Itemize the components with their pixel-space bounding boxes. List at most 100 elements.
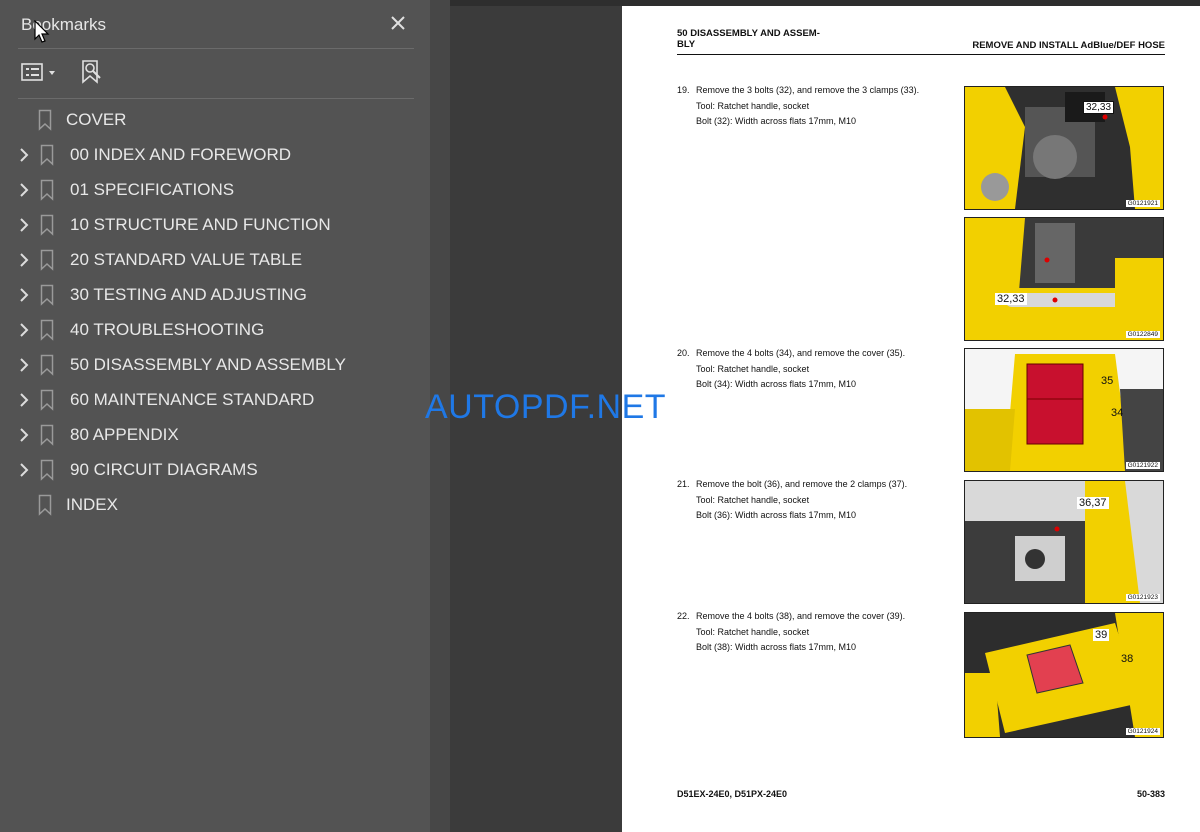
step-20: 20. Remove the 4 bolts (34), and remove t… — [677, 346, 905, 393]
bookmark-label: 00 INDEX AND FOREWORD — [70, 145, 292, 164]
list-options-icon — [21, 63, 55, 81]
chevron-right-icon[interactable] — [16, 251, 32, 269]
page-header-title: REMOVE AND INSTALL AdBlue/DEF HOSE — [972, 40, 1165, 51]
figure-code: G0121924 — [1125, 728, 1160, 735]
step-21: 21. Remove the bolt (36), and remove the … — [677, 477, 907, 524]
bookmark-icon — [40, 214, 54, 236]
bookmark-label: 30 TESTING AND ADJUSTING — [70, 285, 307, 304]
step-number: 21. — [677, 479, 690, 489]
bookmark-label: COVER — [66, 110, 127, 129]
figure-code: G0121921 — [1125, 200, 1160, 207]
pdf-page: 50 DISASSEMBLY AND ASSEM- BLY REMOVE AND… — [622, 6, 1200, 832]
figure-callout: 35 — [1101, 375, 1114, 387]
bookmark-icon — [40, 354, 54, 376]
bookmark-item[interactable]: COVER — [0, 103, 430, 138]
page-number: 50-383 — [1136, 789, 1165, 799]
step-number: 19. — [677, 85, 690, 95]
watermark-text: AUTOPDF.NET — [425, 388, 667, 426]
header-section-line2: BLY — [677, 39, 696, 50]
step-bolt: Bolt (34): Width across flats 17mm, M10 — [696, 379, 857, 389]
bookmark-item[interactable]: 20 STANDARD VALUE TABLE — [0, 243, 430, 278]
page-header-section: 50 DISASSEMBLY AND ASSEM- BLY — [677, 28, 820, 50]
chevron-right-icon[interactable] — [16, 391, 32, 409]
figure-image: 35 34 G0121922 — [964, 348, 1164, 472]
bookmark-label: 90 CIRCUIT DIAGRAMS — [70, 460, 258, 479]
bookmark-item[interactable]: 40 TROUBLESHOOTING — [0, 313, 430, 348]
figure-callout: 38 — [1121, 653, 1134, 665]
bookmark-label: 60 MAINTENANCE STANDARD — [70, 390, 315, 409]
chevron-right-icon[interactable] — [16, 426, 32, 444]
bookmark-label: 80 APPENDIX — [70, 425, 179, 444]
find-bookmark-button[interactable] — [78, 58, 106, 86]
bookmark-item[interactable]: 80 APPENDIX — [0, 418, 430, 453]
bookmark-item[interactable]: 90 CIRCUIT DIAGRAMS — [0, 453, 430, 488]
bookmark-item[interactable]: 00 INDEX AND FOREWORD — [0, 138, 430, 173]
page-footer-model: D51EX-24E0, D51PX-24E0 — [677, 789, 788, 799]
engine-photo-1 — [965, 87, 1163, 209]
chevron-right-icon[interactable] — [16, 216, 32, 234]
bookmark-icon — [40, 144, 54, 166]
bookmark-label: 01 SPECIFICATIONS — [70, 180, 235, 199]
step-text: Remove the 3 bolts (32), and remove the … — [696, 85, 920, 95]
engine-photo-2 — [965, 218, 1163, 340]
step-tool: Tool: Ratchet handle, socket — [696, 100, 810, 111]
step-number: 22. — [677, 611, 690, 621]
bookmark-label: 20 STANDARD VALUE TABLE — [70, 250, 303, 269]
chevron-right-icon[interactable] — [16, 286, 32, 304]
chevron-right-icon[interactable] — [16, 321, 32, 339]
step-bolt: Bolt (32): Width across flats 17mm, M10 — [696, 116, 857, 126]
bookmark-search-icon — [82, 60, 101, 84]
header-section-line1: 50 DISASSEMBLY AND ASSEM- — [677, 28, 820, 39]
figure-code: G0121923 — [1125, 594, 1160, 601]
figure-callout: 34 — [1111, 407, 1124, 419]
bookmark-icon — [38, 494, 52, 516]
bookmark-icon — [40, 424, 54, 446]
machine-cover-photo — [965, 349, 1163, 471]
step-number: 20. — [677, 348, 690, 358]
bookmark-item[interactable]: 30 TESTING AND ADJUSTING — [0, 278, 430, 313]
chevron-right-icon[interactable] — [16, 461, 32, 479]
figure-image: 32,33 G0121921 — [964, 86, 1164, 210]
bookmark-icon — [38, 109, 52, 131]
step-19: 19. Remove the 3 bolts (32), and remove t… — [677, 83, 919, 130]
figure-callout: 36,37 — [1077, 497, 1109, 509]
step-text: Remove the 4 bolts (34), and remove the … — [696, 348, 906, 358]
step-tool: Tool: Ratchet handle, socket — [696, 626, 810, 637]
chevron-right-icon[interactable] — [16, 146, 32, 164]
figure-callout: 32,33 — [1083, 101, 1115, 114]
figure-code: G0121922 — [1125, 462, 1160, 469]
bookmark-label: INDEX — [66, 495, 118, 514]
step-bolt: Bolt (38): Width across flats 17mm, M10 — [696, 642, 857, 652]
figure-callout: 32,33 — [995, 293, 1027, 305]
figure-image: 39 38 G0121924 — [964, 612, 1164, 738]
bookmark-options-button[interactable] — [20, 60, 60, 86]
bookmark-item[interactable]: 50 DISASSEMBLY AND ASSEMBLY — [0, 348, 430, 383]
figure-code: G0122849 — [1125, 331, 1160, 338]
bookmark-icon — [40, 179, 54, 201]
bookmark-item[interactable]: 60 MAINTENANCE STANDARD — [0, 383, 430, 418]
bookmark-icon — [40, 459, 54, 481]
bookmark-item[interactable]: INDEX — [0, 488, 430, 523]
chevron-right-icon[interactable] — [16, 356, 32, 374]
bookmark-label: 10 STRUCTURE AND FUNCTION — [70, 215, 331, 234]
bookmarks-panel: Bookmarks COVER 00 INDEX AND FOREWORD 01 S… — [0, 0, 430, 832]
close-panel-button[interactable] — [387, 12, 409, 34]
figure-callout: 39 — [1093, 629, 1110, 641]
toolbar-divider — [18, 98, 414, 99]
bookmark-icon — [40, 284, 54, 306]
step-tool: Tool: Ratchet handle, socket — [696, 494, 810, 505]
bookmark-item[interactable]: 10 STRUCTURE AND FUNCTION — [0, 208, 430, 243]
bookmark-label: 50 DISASSEMBLY AND ASSEMBLY — [70, 355, 346, 374]
step-text: Remove the 4 bolts (38), and remove the … — [696, 611, 906, 621]
step-bolt: Bolt (36): Width across flats 17mm, M10 — [696, 510, 857, 520]
step-tool: Tool: Ratchet handle, socket — [696, 363, 810, 374]
header-rule — [677, 54, 1165, 55]
chevron-right-icon[interactable] — [16, 181, 32, 199]
bookmark-icon — [40, 319, 54, 341]
figure-image: 32,33 G0122849 — [964, 217, 1164, 341]
step-22: 22. Remove the 4 bolts (38), and remove t… — [677, 609, 905, 656]
bookmark-item[interactable]: 01 SPECIFICATIONS — [0, 173, 430, 208]
bookmark-label: 40 TROUBLESHOOTING — [70, 320, 265, 339]
bookmark-icon — [40, 249, 54, 271]
step-text: Remove the bolt (36), and remove the 2 c… — [696, 479, 908, 489]
